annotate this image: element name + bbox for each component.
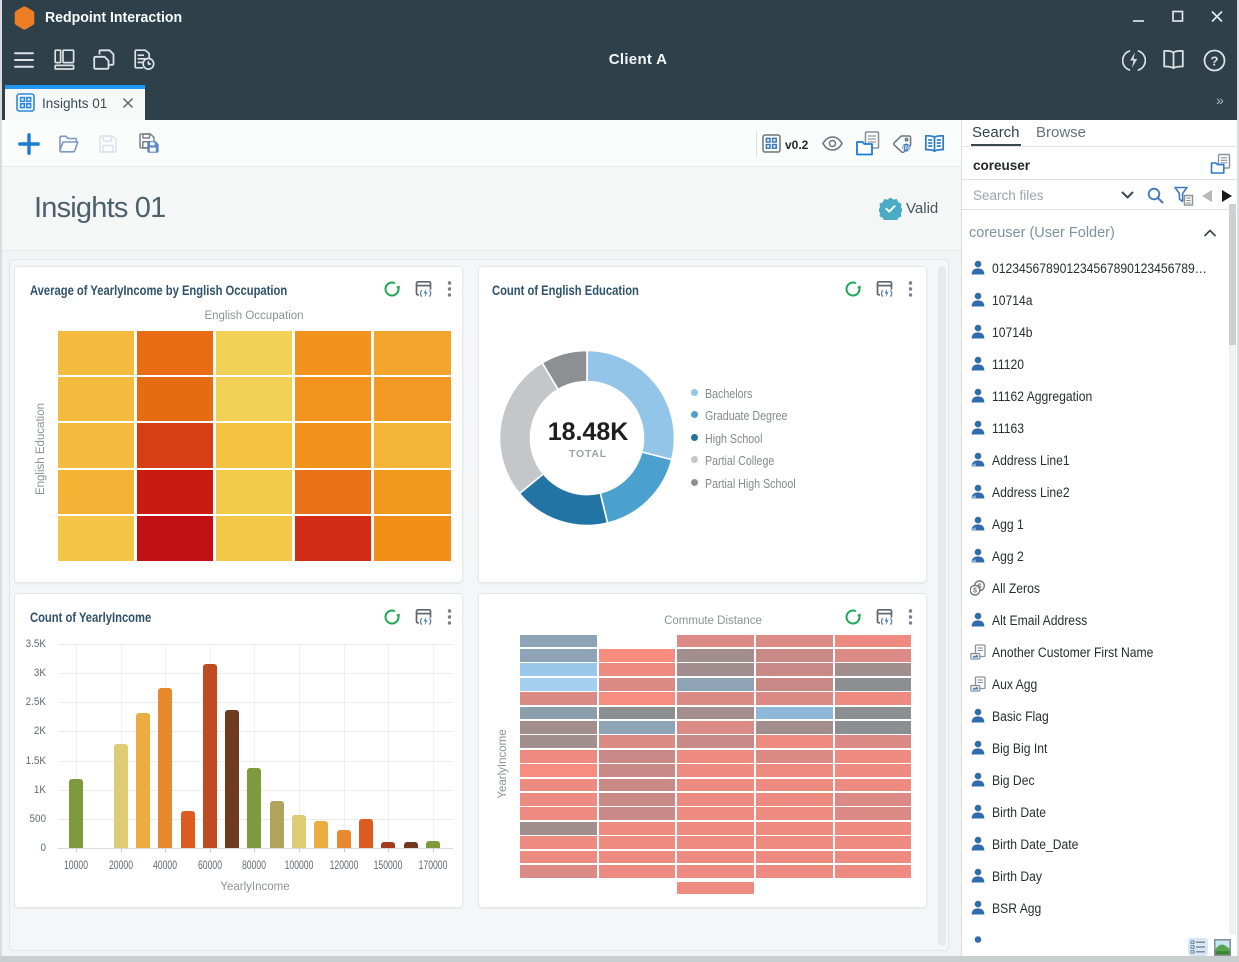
- svg-text:$: $: [973, 588, 977, 595]
- svg-text:{0}: {0}: [903, 146, 911, 152]
- svg-text:?: ?: [1211, 53, 1219, 68]
